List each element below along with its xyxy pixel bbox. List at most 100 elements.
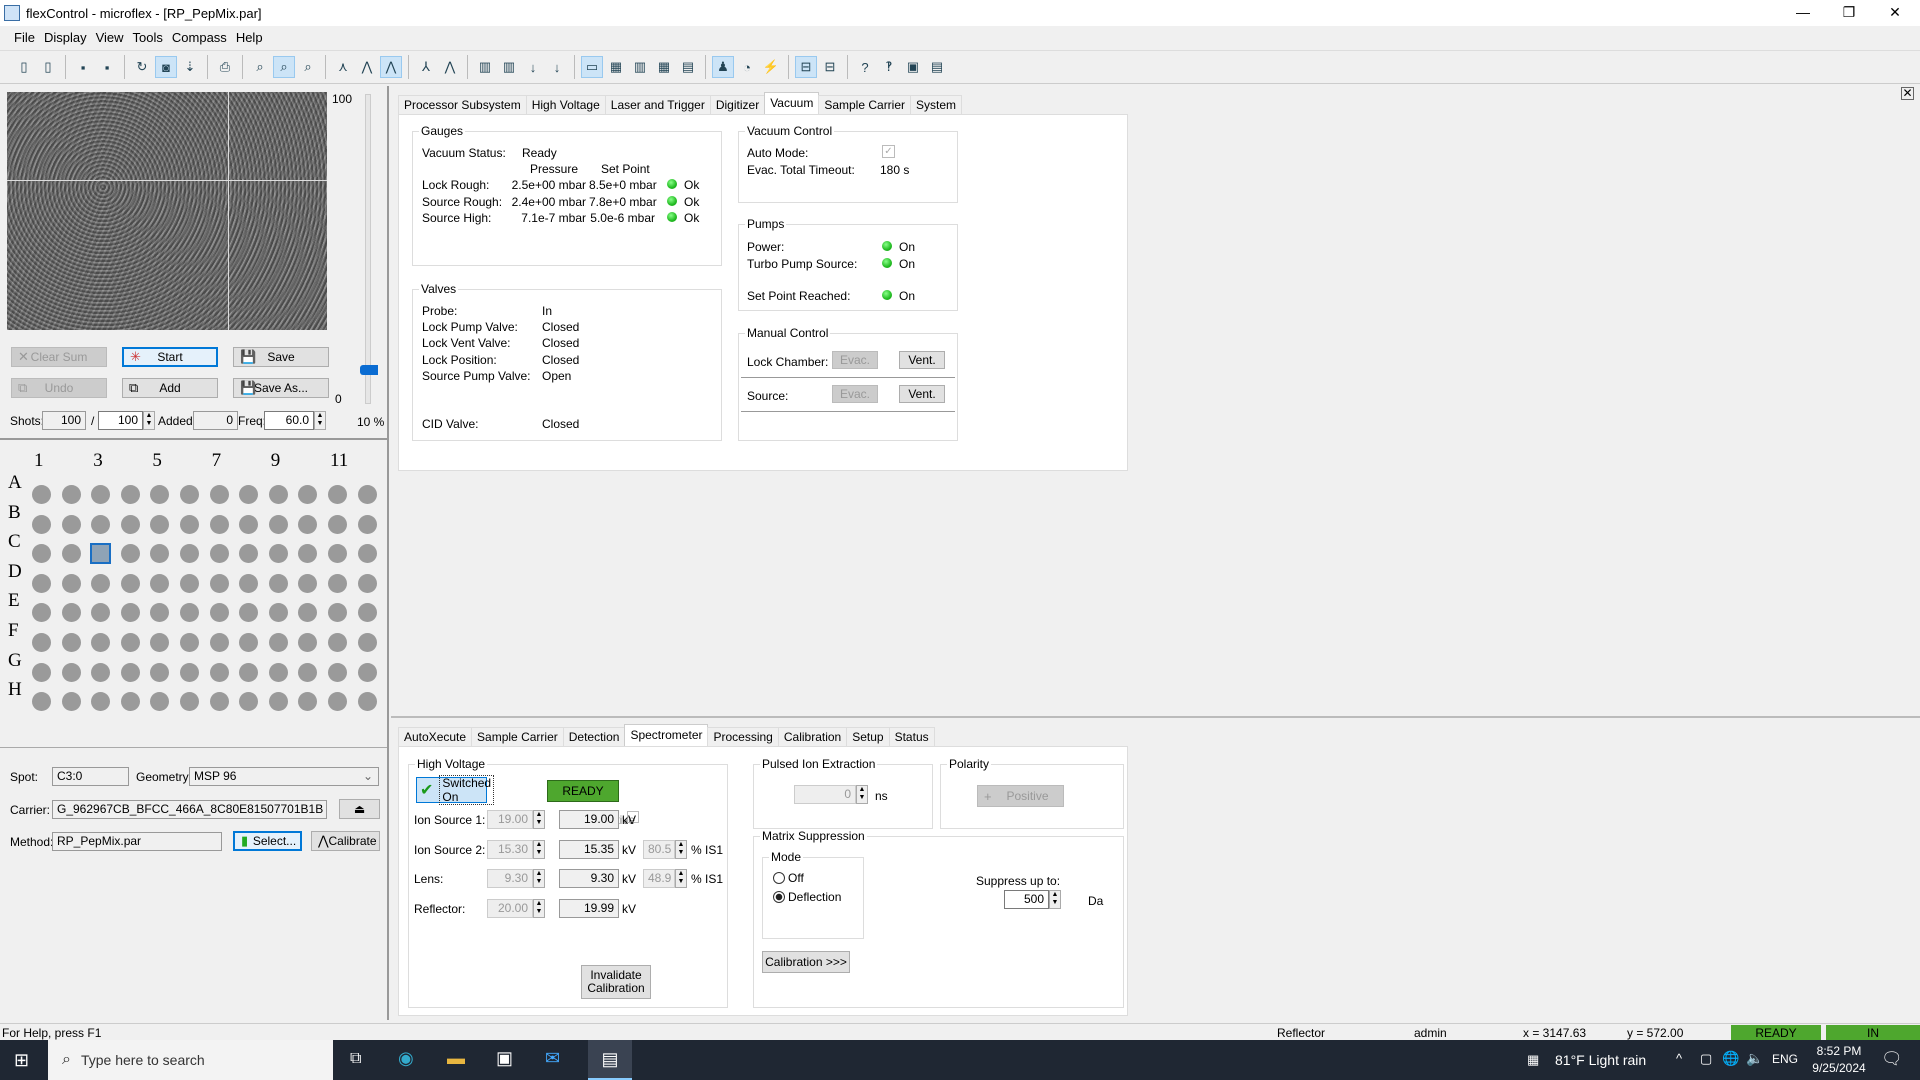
clear-sum-button[interactable]: ✕ Clear Sum [11,347,107,367]
plate-well-A7[interactable] [209,485,229,504]
menu-help[interactable]: Help [236,30,263,45]
layout-5-icon[interactable]: ▤ [677,56,699,78]
plate-well-C9[interactable] [268,544,288,564]
weather-icon[interactable]: ▦ [1527,1052,1539,1068]
plate-well-H6[interactable] [180,692,199,712]
plate-well-A11[interactable] [328,485,347,504]
context-help-icon[interactable]: ‽ [878,56,900,78]
tab-processor-subsystem[interactable]: Processor Subsystem [398,95,527,114]
file-explorer-icon[interactable]: ▬ [447,1048,465,1069]
menu-tools[interactable]: Tools [133,30,163,45]
layout-1-icon[interactable]: ▭ [581,56,603,78]
tab-laser-and-trigger[interactable]: Laser and Trigger [604,95,711,114]
plate-well-F8[interactable] [239,633,259,652]
view-1-icon[interactable]: ⊟ [795,56,817,78]
plate-well-E1[interactable] [32,603,51,623]
plate-well-D4[interactable] [120,573,140,593]
shots-spinner[interactable]: ▲ ▼ [143,411,155,430]
tab-calibration[interactable]: Calibration [777,727,848,746]
plate-well-F4[interactable] [120,633,140,652]
plate-well-E7[interactable] [209,603,229,623]
plate-well-H8[interactable] [239,692,259,712]
plate-well-G3[interactable] [91,662,111,682]
undo-button[interactable]: ⧉ Undo [11,378,107,398]
invalidate-calibration-button[interactable]: Invalidate Calibration [581,965,651,999]
camera-view[interactable] [7,92,327,330]
minimize-button[interactable]: — [1780,0,1826,26]
tab-autoxecute[interactable]: AutoXecute [398,727,473,746]
plate-well-A6[interactable] [180,485,199,504]
layout-2-icon[interactable]: ▦ [605,56,627,78]
menu-compass[interactable]: Compass [172,30,227,45]
plate-well-H10[interactable] [298,692,318,712]
tab-vacuum[interactable]: Vacuum [764,92,820,114]
zoom-x-icon[interactable]: ⌕ [273,56,295,78]
plate-well-A10[interactable] [298,485,318,504]
plate-well-D8[interactable] [239,573,259,593]
start-button[interactable]: ✳ Start [122,347,218,367]
plate-well-A8[interactable] [239,485,259,504]
plate-well-B12[interactable] [357,514,377,534]
plate-well-E9[interactable] [268,603,288,623]
tab-digitizer[interactable]: Digitizer [709,95,766,114]
plate-well-H2[interactable] [61,692,81,712]
hv-relative-spinner[interactable]: ▲ ▼ [675,869,687,888]
help-icon[interactable]: ? [854,56,876,78]
plate-well-F5[interactable] [150,633,170,652]
plate-well-H11[interactable] [328,692,347,712]
source-evac-button[interactable]: Evac. [832,385,878,403]
edge-icon[interactable]: ◉ [398,1048,414,1069]
plate-well-F7[interactable] [209,633,229,652]
hv-setpoint-spinner[interactable]: ▲ ▼ [533,810,545,829]
hv-setpoint-field[interactable]: 19.00 [487,810,533,829]
shots-total-field[interactable]: 100 [98,411,143,430]
hv-setpoint-spinner[interactable]: ▲ ▼ [533,869,545,888]
geometry-select[interactable]: MSP 96 ⌄ [189,767,379,786]
hv-relative-spinner[interactable]: ▲ ▼ [675,839,687,859]
tab-detection[interactable]: Detection [562,727,626,746]
plate-well-G8[interactable] [239,662,259,682]
plate-well-E4[interactable] [120,603,140,623]
plate-well-C10[interactable] [298,544,318,564]
plate-well-H5[interactable] [150,692,170,712]
peak-label-off-icon[interactable]: ⋀ [439,56,461,78]
calibrate-button[interactable]: ⋀ Calibrate [311,831,380,851]
clock-icon[interactable]: ◔ [736,56,758,78]
plate-well-C8[interactable] [239,544,259,564]
plate-well-A5[interactable] [150,485,170,504]
plate-well-D3[interactable] [91,573,111,593]
plate-well-B3[interactable] [91,514,111,534]
tab-status[interactable]: Status [888,727,935,746]
tab-sample-carrier[interactable]: Sample Carrier [471,727,564,746]
add-button[interactable]: ⧉ Add [122,378,218,398]
tab-sample-carrier[interactable]: Sample Carrier [818,95,912,114]
plate-well-G5[interactable] [150,662,170,682]
view-2-icon[interactable]: ⊟ [819,56,841,78]
plate-well-D5[interactable] [150,573,170,593]
restore-button[interactable]: ❐ [1826,0,1872,26]
plate-well-A4[interactable] [120,485,140,504]
plate-well-D12[interactable] [357,573,377,593]
plate-well-E3[interactable] [91,603,111,623]
plate-well-D9[interactable] [268,573,288,593]
person-icon[interactable]: ♟ [712,56,734,78]
plate-well-E11[interactable] [328,603,347,623]
plate-well-F11[interactable] [328,633,347,652]
taskbar-search[interactable]: ⌕ Type here to search [48,1040,333,1080]
windows-icon[interactable]: ▤ [926,56,948,78]
close-button[interactable]: ✕ [1872,0,1918,26]
save-icon[interactable]: ▪ [72,56,94,78]
plate-well-B1[interactable] [32,514,51,534]
plate-well-A1[interactable] [32,485,51,504]
arrow-down-off-icon[interactable]: ↓ [546,56,568,78]
lock-vent-button[interactable]: Vent. [899,351,945,369]
laser-slider-thumb[interactable] [360,365,378,375]
hv-setpoint-field[interactable]: 9.30 [487,869,533,888]
zoom-out-icon[interactable]: ⌕ [297,56,319,78]
plate-well-F3[interactable] [91,633,111,652]
language-indicator[interactable]: ENG [1772,1052,1798,1066]
volume-icon[interactable]: 🔈 [1746,1050,1763,1067]
plate-well-C1[interactable] [32,544,51,564]
mode-deflection-radio[interactable] [773,891,785,903]
mail-icon[interactable]: ✉ [545,1048,560,1069]
